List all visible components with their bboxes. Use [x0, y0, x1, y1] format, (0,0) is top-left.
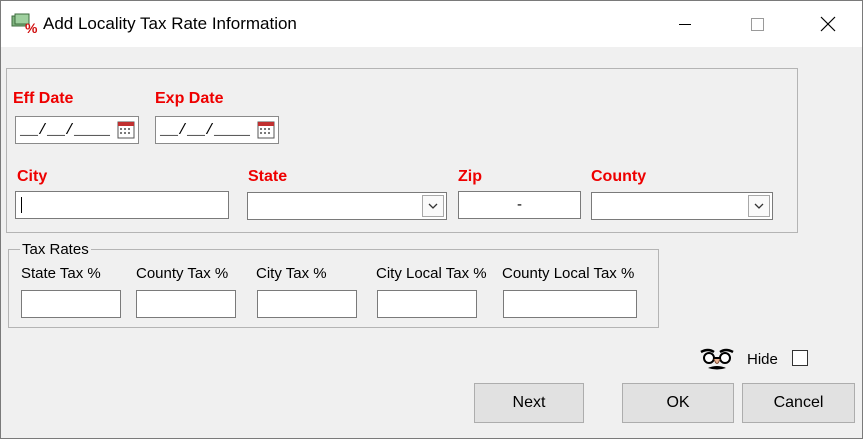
state-tax-input[interactable] [21, 290, 121, 318]
svg-text:%: % [25, 20, 38, 35]
ok-button[interactable]: OK [622, 383, 734, 423]
exp-date-field[interactable]: __/__/____ [155, 116, 279, 144]
close-button[interactable] [792, 1, 862, 47]
city-tax-label: City Tax % [256, 265, 327, 282]
eff-date-field[interactable]: __/__/____ [15, 116, 139, 144]
hide-label: Hide [747, 351, 778, 368]
eff-date-label: Eff Date [13, 90, 74, 107]
calendar-icon[interactable] [117, 121, 135, 139]
next-button[interactable]: Next [474, 383, 584, 423]
exp-date-mask: __/__/____ [160, 121, 251, 139]
state-select[interactable] [247, 192, 447, 220]
county-dropdown-button[interactable] [748, 195, 770, 217]
minimize-icon [679, 23, 691, 25]
county-local-tax-label: County Local Tax % [502, 265, 635, 282]
window-title: Add Locality Tax Rate Information [43, 14, 297, 33]
city-label: City [17, 168, 48, 185]
eff-date-mask: __/__/____ [20, 121, 111, 139]
tax-rate-app-icon: % [11, 13, 38, 35]
city-local-tax-input[interactable] [377, 290, 477, 318]
zip-label: Zip [458, 168, 482, 185]
maximize-button[interactable] [721, 1, 793, 47]
minimize-button[interactable] [649, 1, 721, 47]
city-local-tax-label: City Local Tax % [376, 265, 487, 282]
county-label: County [591, 168, 647, 185]
text-cursor [21, 197, 22, 213]
county-local-tax-input[interactable] [503, 290, 637, 318]
exp-date-label: Exp Date [155, 90, 224, 107]
city-input[interactable] [15, 191, 229, 219]
disguise-glasses-icon [700, 348, 734, 370]
zip-input[interactable]: - [458, 191, 581, 219]
maximize-icon [750, 17, 764, 31]
title-bar: % Add Locality Tax Rate Information [1, 1, 862, 47]
hide-checkbox[interactable] [792, 350, 808, 366]
state-tax-label: State Tax % [21, 265, 101, 282]
county-select[interactable] [591, 192, 773, 220]
county-tax-label: County Tax % [136, 265, 229, 282]
county-tax-input[interactable] [136, 290, 236, 318]
cancel-button[interactable]: Cancel [742, 383, 855, 423]
tax-rates-legend: Tax Rates [20, 241, 91, 258]
city-tax-input[interactable] [257, 290, 357, 318]
calendar-icon[interactable] [257, 121, 275, 139]
chevron-down-icon [428, 203, 438, 209]
dialog-window: % Add Locality Tax Rate Information Eff … [0, 0, 863, 439]
state-label: State [248, 168, 288, 185]
chevron-down-icon [754, 203, 764, 209]
close-icon [820, 16, 836, 32]
state-dropdown-button[interactable] [422, 195, 444, 217]
